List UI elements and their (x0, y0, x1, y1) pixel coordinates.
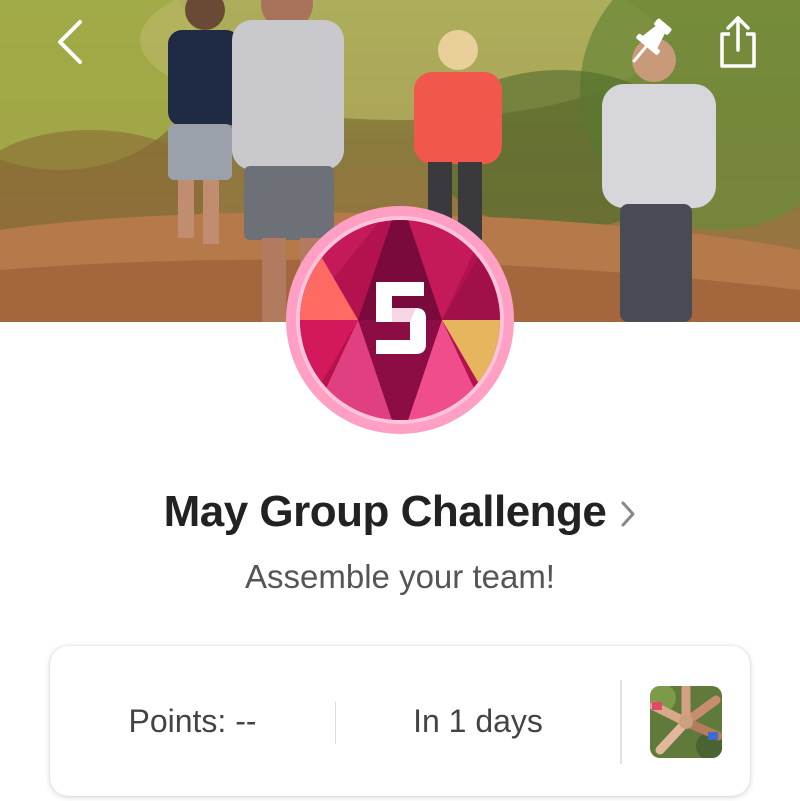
challenge-screen: May Group Challenge Assemble your team! … (0, 0, 800, 801)
team-image-thumbnail[interactable] (650, 686, 722, 758)
challenge-badge (286, 206, 514, 434)
card-divider (620, 680, 622, 764)
challenge-title: May Group Challenge (163, 487, 607, 536)
badge-graphic (286, 206, 514, 434)
challenge-info-card: Points: -- In 1 days (50, 646, 750, 796)
challenge-title-link[interactable]: May Group Challenge (0, 482, 800, 542)
days-remaining-label: In 1 days (413, 702, 543, 739)
back-button[interactable] (40, 10, 104, 74)
share-button[interactable] (706, 10, 770, 74)
points-label: Points: -- (128, 702, 257, 739)
pin-button[interactable] (618, 10, 682, 74)
share-icon (720, 16, 756, 68)
chevron-right-icon (620, 500, 636, 528)
chevron-left-icon (58, 20, 82, 64)
team-hands-image (650, 686, 722, 758)
pushpin-icon (632, 18, 672, 63)
challenge-subtitle: Assemble your team! (245, 558, 555, 595)
